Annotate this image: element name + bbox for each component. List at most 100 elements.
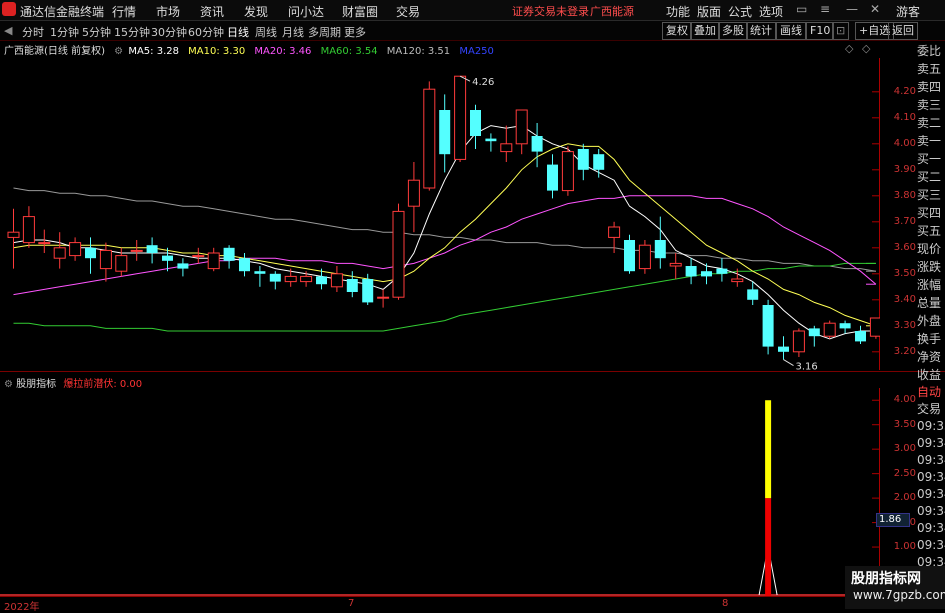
tab-weekly[interactable]: 周线	[255, 24, 277, 40]
indicator-current-value: 1.86	[876, 513, 910, 527]
candle-up	[192, 255, 205, 258]
menu-shichang[interactable]: 市场	[156, 3, 180, 20]
tab-30min[interactable]: 30分钟	[151, 24, 187, 40]
quote-item-9: 买四	[917, 206, 942, 220]
window-close-icon[interactable]: ✕	[870, 2, 880, 16]
tongji-button[interactable]: 统计	[746, 22, 776, 40]
menu-zixun[interactable]: 资讯	[200, 3, 224, 20]
candle-down	[470, 110, 481, 136]
candlestick-chart[interactable]: 4.26 3.16	[0, 58, 880, 370]
candle-down	[162, 255, 173, 261]
tab-monthly[interactable]: 月线	[282, 24, 304, 40]
ma120-label: MA120: 3.51	[386, 46, 451, 57]
indicator-tick-label: 2.00	[893, 492, 916, 504]
tab-fenshi[interactable]: 分时	[22, 24, 44, 40]
tab-15min[interactable]: 15分钟	[114, 24, 150, 40]
candle-down	[239, 258, 250, 272]
window-menu-icon[interactable]: ≡	[820, 2, 830, 16]
chart-collapse-icon[interactable]: ◇	[845, 42, 853, 55]
tick-time-item: 09:34	[917, 487, 945, 501]
tick-time-item: 09:34	[917, 453, 945, 467]
indicator-tick-label: 4.00	[893, 394, 916, 406]
price-tick-label: 3.40	[893, 293, 916, 305]
quote-item-1: 卖五	[917, 62, 942, 76]
date-label-7: 7	[348, 598, 355, 609]
quote-item-16: 换手	[917, 332, 942, 346]
candle-down	[593, 154, 605, 170]
candle-up	[669, 262, 682, 267]
trade-mode-item[interactable]: 自动	[917, 384, 945, 401]
tab-60min[interactable]: 60分钟	[188, 24, 224, 40]
indicator-tick-label: 1.00	[893, 541, 916, 553]
menu-hangqing[interactable]: 行情	[112, 3, 136, 20]
login-warning[interactable]: 证券交易未登录	[512, 3, 589, 19]
candle-up	[7, 231, 20, 238]
indicator-axis: 4.003.503.002.502.001.501.000.50	[880, 388, 916, 596]
candle-down	[808, 328, 820, 337]
stock-title[interactable]: 广西能源(日线 前复权)	[4, 46, 105, 57]
trade-sidebar: 自动交易09:33 09:34 09:34 09:34 09:34 09:34 09:34 0…	[917, 384, 945, 588]
back-button[interactable]: 返回	[888, 22, 918, 40]
high-price-label: 4.26	[472, 77, 494, 88]
price-tick-label: 4.00	[893, 137, 916, 149]
tab-multi-period[interactable]: 多周期	[308, 24, 341, 40]
candle-down	[577, 149, 589, 170]
candle-down	[547, 164, 558, 191]
candle-down	[485, 138, 497, 142]
menu-gongneng[interactable]: 功能	[666, 3, 690, 20]
tab-1min[interactable]: 1分钟	[50, 24, 79, 40]
price-tick-label: 3.20	[893, 345, 916, 357]
ma20-label: MA20: 3.46	[254, 46, 312, 57]
low-arrow	[783, 359, 794, 367]
guest-label[interactable]: 游客	[896, 3, 920, 20]
candle-up	[38, 242, 51, 245]
watermark-title: 股朋指标网	[851, 571, 921, 587]
chart-expand-icon[interactable]: ◇	[862, 42, 870, 55]
duogu-button[interactable]: 多股	[718, 22, 748, 40]
f10-button[interactable]: F10	[806, 22, 835, 40]
menu-banmian[interactable]: 版面	[697, 3, 721, 20]
window-restore-icon[interactable]: ▭	[796, 2, 807, 16]
ma250-label: MA250	[459, 46, 494, 57]
price-tick-label: 3.70	[893, 215, 916, 227]
app-logo-icon	[2, 2, 16, 16]
tab-daily[interactable]: 日线	[227, 24, 249, 40]
menu-wenxiaoda[interactable]: 问小达	[288, 3, 324, 20]
huaxian-button[interactable]: 画线	[776, 22, 806, 40]
diejia-button[interactable]: 叠加	[690, 22, 720, 40]
tab-5min[interactable]: 5分钟	[82, 24, 111, 40]
window-minimize-icon[interactable]: —	[846, 2, 858, 16]
menu-gongshi[interactable]: 公式	[728, 3, 752, 20]
indicator-bar-red	[765, 498, 772, 596]
quote-item-11: 现价	[917, 242, 942, 256]
candle-down	[685, 266, 697, 277]
nav-back-icon[interactable]: ◀	[4, 24, 12, 37]
trade-mode-item[interactable]: 交易	[917, 401, 945, 418]
candle-up	[300, 275, 313, 283]
tick-time-item: 09:34	[917, 436, 945, 450]
candle-up	[99, 249, 112, 270]
quote-item-12: 涨跌	[917, 260, 942, 274]
price-tick-label: 3.60	[893, 241, 916, 253]
fuquan-button[interactable]: 复权	[662, 22, 692, 40]
indicator-chart[interactable]	[0, 388, 880, 596]
lock-icon[interactable]: ⊡	[832, 22, 850, 40]
candle-down	[778, 346, 789, 352]
candle-up	[207, 252, 220, 270]
menu-caifuquan[interactable]: 财富圈	[342, 3, 378, 20]
ma60-label: MA60: 3.54	[320, 46, 378, 57]
indicator-tick-label: 2.50	[893, 467, 916, 479]
menu-xuanxiang[interactable]: 选项	[759, 3, 783, 20]
tick-time-item: 09:34	[917, 538, 945, 552]
candle-up	[69, 242, 82, 257]
quote-item-4: 卖二	[917, 116, 942, 130]
candle-up	[115, 255, 128, 272]
tick-time-item: 09:34	[917, 521, 945, 535]
tick-time-item: 09:33	[917, 419, 945, 433]
date-label-8: 8	[722, 598, 729, 609]
settings-gear-icon[interactable]: ⚙	[114, 46, 123, 57]
stock-tag: 广西能源	[590, 5, 634, 18]
menu-faxian[interactable]: 发现	[244, 3, 268, 20]
tab-more[interactable]: 更多	[344, 24, 366, 40]
menu-jiaoyi[interactable]: 交易	[396, 3, 420, 20]
